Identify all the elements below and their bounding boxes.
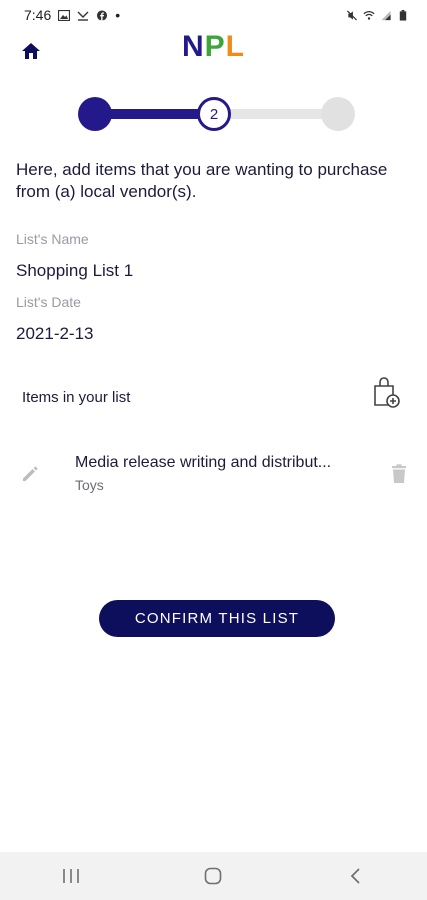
logo-letter-p: P [204,30,226,63]
edit-item-button[interactable] [16,460,44,488]
step-2-label: 2 [209,105,219,123]
step-3-pending [321,97,355,131]
item-name: Media release writing and distribut... [75,454,332,471]
signal-icon [381,10,391,20]
step-1-completed [78,97,112,131]
list-name-value[interactable]: Shopping List 1 [16,261,133,281]
pencil-icon [23,466,38,481]
progress-stepper: 2 [78,96,355,132]
missed-call-icon [77,11,89,21]
status-left: 7:46 • [24,7,120,23]
battery-icon [399,9,407,21]
step-2-current: 2 [197,97,231,131]
item-category: Toys [75,477,104,493]
status-time: 7:46 [24,7,52,23]
recent-apps-button[interactable] [51,856,91,896]
wifi-icon [363,10,375,20]
back-button[interactable] [336,856,376,896]
back-icon [350,868,360,884]
stepper-track-remaining [214,109,338,119]
recent-apps-icon [63,869,79,883]
status-bar: 7:46 • [0,0,427,30]
facebook-icon [97,9,108,21]
trash-icon [392,464,406,483]
list-item[interactable]: Media release writing and distribut... T… [0,446,427,502]
items-section-title: Items in your list [22,389,131,406]
list-date-value[interactable]: 2021-2-13 [16,324,94,344]
stepper-track-completed [94,109,214,119]
intro-text: Here, add items that you are wanting to … [16,160,388,201]
add-item-button[interactable] [368,374,404,410]
status-right [346,9,409,21]
confirm-list-button[interactable]: CONFIRM THIS LIST [99,600,335,637]
list-date-label: List's Date [16,294,81,310]
system-nav-bar [0,852,427,900]
list-name-label: List's Name [16,231,89,247]
add-shopping-bag-icon [374,377,400,408]
logo-letter-l: L [225,30,245,63]
logo-letter-n: N [181,30,205,63]
status-dot: • [115,7,121,23]
app-logo: NPL [0,30,427,64]
system-home-button[interactable] [193,856,233,896]
mute-icon [346,9,358,21]
image-icon [58,9,71,21]
home-circle-icon [205,867,222,885]
delete-item-button[interactable] [386,460,412,488]
